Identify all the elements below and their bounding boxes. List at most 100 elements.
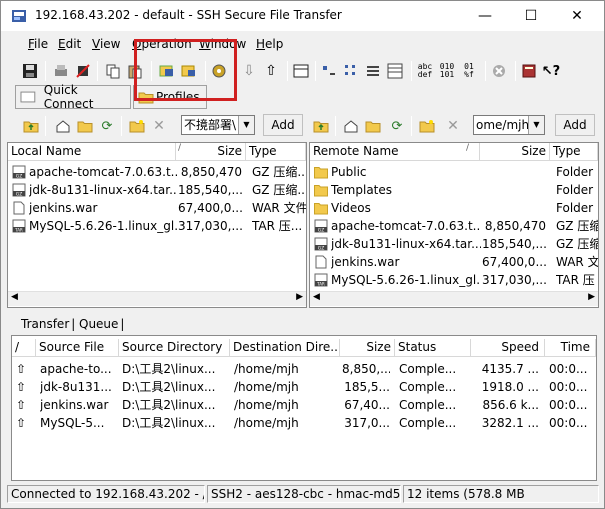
quick-connect-icon [20,91,36,103]
download-icon[interactable]: ⇩ [239,61,259,81]
transfer-col-speed[interactable]: Speed [471,339,545,357]
stop-icon[interactable] [489,61,509,81]
local-up-folder-icon[interactable] [21,116,41,136]
transfer-col-time[interactable]: Time [545,339,596,357]
list-item[interactable]: TAR MySQL-5.6.26-1.linux_gl... 317,030,...… [310,271,598,289]
list-item[interactable]: Templates Folder [310,181,598,199]
file-type: Folder [556,201,594,215]
list-item[interactable]: GZ jdk-8u131-linux-x64.tar.... 185,540,...… [8,181,306,199]
file-size [482,199,546,217]
local-col-name[interactable]: Local Name [8,143,176,161]
minimize-button[interactable]: — [462,1,508,31]
remote-toolbar: ⟳ ✕ ome/mjh ▼ Add [305,114,599,138]
menu-edit[interactable]: Edit [58,37,81,51]
copy-icon[interactable] [103,61,123,81]
help-book-icon[interactable] [519,61,539,81]
transfer-col-source-dir[interactable]: Source Directory [119,339,230,357]
tab-queue[interactable]: Queue | [79,317,124,331]
local-add-button[interactable]: Add [263,114,303,136]
transfer-col-source-file[interactable]: Source File [36,339,119,357]
local-home-icon[interactable] [53,116,73,136]
remote-up-folder-icon[interactable] [311,116,331,136]
remote-col-size[interactable]: Size [480,143,550,161]
menu-help[interactable]: Help [256,37,283,51]
remote-add-button[interactable]: Add [555,114,595,136]
context-help-icon[interactable]: ↖? [541,61,561,81]
transfer-time: 00:0... [549,416,588,430]
remote-col-name[interactable]: Remote Name [310,143,480,161]
local-delete-icon[interactable]: ✕ [149,116,169,136]
toolbar-separator [287,61,288,81]
scroll-left-icon[interactable]: ◀ [11,292,18,302]
remote-new-folder-icon[interactable] [417,116,437,136]
table-row[interactable]: ⇧ MySQL-5... D:\工具2\linux... /home/mjh 317,0… [12,414,596,432]
upload-arrow-icon: ⇧ [16,398,27,412]
list-item[interactable]: jenkins.war 67,400,0... WAR 文件 [8,199,306,217]
large-icons-icon[interactable] [319,61,339,81]
quick-connect-button[interactable]: Quick Connect [15,83,131,111]
details-view-icon[interactable] [385,61,405,81]
table-row[interactable]: ⇧ apache-to... D:\工具2\linux... /home/mjh 8,8… [12,360,596,378]
list-item[interactable]: GZ apache-tomcat-7.0.63.t... 8,850,470 GZ 压… [8,163,306,181]
transfer-col-status[interactable]: Status [395,339,471,357]
toolbar-separator [97,61,98,81]
upload-arrow-icon: ⇧ [16,416,27,430]
upload-arrow-icon: ⇧ [16,362,27,376]
status-bar: Connected to 192.168.43.202 - /h SSH2 - … [7,485,599,503]
status-cipher: SSH2 - aes128-cbc - hmac-md5 [207,485,401,503]
auto-mode-icon[interactable]: 01 %f [459,61,479,81]
file-name: jdk-8u131-linux-x64.tar.... [331,237,481,251]
transfer-status: Comple... [399,380,457,394]
table-row[interactable]: ⇧ jdk-8u131... D:\工具2\linux... /home/mjh 185… [12,378,596,396]
remote-delete-icon[interactable]: ✕ [443,116,463,136]
list-item[interactable]: GZ apache-tomcat-7.0.63.t... 8,850,470 GZ 压… [310,217,598,235]
local-refresh-icon[interactable]: ⟳ [97,116,117,136]
file-name: MySQL-5.6.26-1.linux_gl... [29,219,177,233]
tab-transfer[interactable]: Transfer | [21,317,75,331]
list-item[interactable]: Public Folder [310,163,598,181]
remote-file-pane: Remote Name / Size Type Public Folder Temp… [309,142,599,308]
menu-file[interactable]: File [28,37,48,51]
remote-home-icon[interactable] [341,116,361,136]
list-item[interactable]: GZ jdk-8u131-linux-x64.tar.... 185,540,...… [310,235,598,253]
list-item[interactable]: jenkins.war 67,400,0... WAR 文件 [310,253,598,271]
transfer-col-direction[interactable]: / [12,339,36,357]
binary-mode-icon[interactable]: 010 101 [437,61,457,81]
upload-icon[interactable]: ⇧ [261,61,281,81]
local-parent-folder-icon[interactable] [75,116,95,136]
local-hscrollbar[interactable]: ◀ ▶ [8,291,306,306]
scroll-right-icon[interactable]: ▶ [296,292,303,302]
remote-hscrollbar[interactable]: ◀ ▶ [310,291,598,306]
scroll-left-icon[interactable]: ◀ [313,292,320,302]
menu-view[interactable]: View [92,37,120,51]
table-row[interactable]: ⇧ jenkins.war D:\工具2\linux... /home/mjh 67,4… [12,396,596,414]
ascii-mode-icon[interactable]: abc def [415,61,435,81]
local-col-size[interactable]: Size [176,143,246,161]
close-button[interactable]: ✕ [554,1,600,31]
remote-refresh-icon[interactable]: ⟳ [387,116,407,136]
disconnect-icon[interactable] [73,61,93,81]
local-col-type[interactable]: Type [246,143,306,161]
file-size: 317,030,... [482,273,546,287]
svg-text:GZ: GZ [16,174,23,180]
list-item[interactable]: Videos Folder [310,199,598,217]
view-panel-icon[interactable] [291,61,311,81]
scroll-right-icon[interactable]: ▶ [588,292,595,302]
maximize-button[interactable]: ☐ [508,1,554,31]
remote-path-dropdown[interactable]: ome/mjh ▼ [473,115,545,135]
remote-parent-folder-icon[interactable] [363,116,383,136]
local-new-folder-icon[interactable] [127,116,147,136]
save-icon[interactable] [20,61,40,81]
print-icon[interactable] [51,61,71,81]
local-path-dropdown[interactable]: 不摬部署\ ▼ [181,115,255,135]
file-type: GZ 压缩 [556,237,598,251]
transfer-col-size[interactable]: Size [340,339,395,357]
small-icons-icon[interactable] [341,61,361,81]
file-size: 67,400,0... [482,255,546,269]
list-view-icon[interactable] [363,61,383,81]
transfer-speed: 1918.0 ... [481,380,539,394]
list-item[interactable]: TAR MySQL-5.6.26-1.linux_gl... 317,030,...… [8,217,306,235]
transfer-dest: /home/mjh [234,380,299,394]
remote-col-type[interactable]: Type [550,143,598,161]
transfer-col-destination[interactable]: Destination Dire... [230,339,340,357]
